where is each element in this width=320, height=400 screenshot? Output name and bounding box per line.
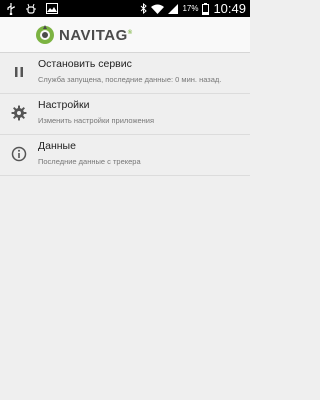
usb-debug-icon xyxy=(26,3,36,14)
app-logo: NAVITAG® xyxy=(35,23,133,47)
stop-service-title: Остановить сервис xyxy=(38,58,132,70)
wifi-icon xyxy=(151,4,165,14)
logo-registered-mark: ® xyxy=(127,29,133,36)
system-icons: 17% 10:49 xyxy=(140,0,246,17)
settings-item[interactable]: Настройки Изменить настройки приложения xyxy=(0,94,250,135)
app-header: NAVITAG® xyxy=(0,17,250,53)
data-subtitle: Последние данные с трекера xyxy=(38,157,141,166)
pause-icon xyxy=(15,67,23,77)
stop-service-item[interactable]: Остановить сервис Служба запущена, после… xyxy=(0,53,250,94)
battery-percent: 17% xyxy=(182,4,199,13)
signal-icon xyxy=(168,3,179,14)
usb-icon xyxy=(7,2,15,15)
clock: 10:49 xyxy=(213,1,246,16)
data-title: Данные xyxy=(38,140,76,152)
data-item[interactable]: Данные Последние данные с трекера xyxy=(0,135,250,176)
battery-icon xyxy=(202,2,210,15)
stop-service-subtitle: Служба запущена, последние данные: 0 мин… xyxy=(38,75,222,84)
logo-text: NAVITAG® xyxy=(59,26,133,44)
settings-title: Настройки xyxy=(38,99,90,111)
navitag-logo-icon xyxy=(36,25,54,44)
image-icon xyxy=(46,3,58,14)
gear-icon xyxy=(11,105,27,121)
settings-subtitle: Изменить настройки приложения xyxy=(38,116,155,125)
info-icon xyxy=(11,146,27,162)
status-bar: 17% 10:49 xyxy=(0,0,250,17)
bluetooth-icon xyxy=(141,3,148,14)
notification-icons xyxy=(6,2,58,15)
